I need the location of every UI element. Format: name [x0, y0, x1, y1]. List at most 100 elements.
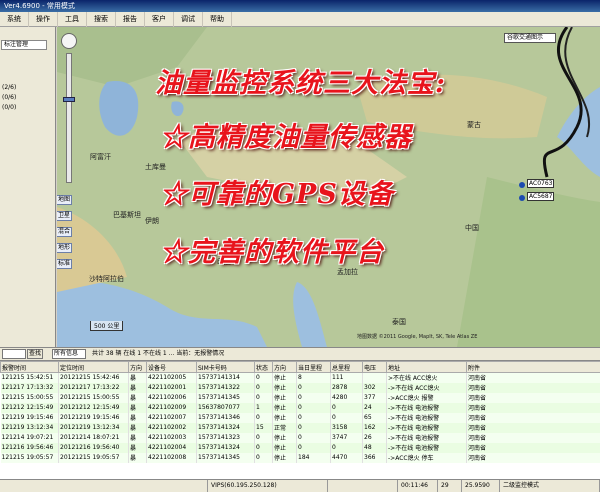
info-filter-dropdown[interactable]: 所有信息 — [52, 349, 86, 359]
panel-line: (2/6) — [2, 84, 17, 91]
table-cell: 0 — [296, 422, 331, 433]
map-label: 伊朗 — [145, 217, 159, 225]
map-type-map-button[interactable]: 地图 — [57, 195, 72, 205]
column-header[interactable]: 定位时间 — [58, 361, 129, 373]
table-cell: 1 — [254, 402, 273, 413]
column-header[interactable]: 状态 — [254, 361, 273, 373]
map-label: 泰国 — [392, 318, 406, 326]
table-row[interactable]: 121215 15:42:51 20121215 15:42:46 暴 4221102… — [0, 372, 600, 383]
table-cell: 15737141345 — [196, 392, 255, 403]
window-title: Ver4.6900 - 常用模式 — [4, 2, 75, 10]
table-cell: 停止 — [272, 412, 297, 423]
table-cell: 0 — [296, 402, 331, 413]
panel-line: (0/0) — [2, 104, 17, 111]
column-header[interactable]: 设备号 — [146, 361, 197, 373]
table-cell: 正常 — [272, 422, 297, 433]
table-cell: 65 — [362, 412, 387, 423]
table-cell: 0 — [254, 372, 273, 383]
table-cell: 377 — [362, 392, 387, 403]
menu-item-debug[interactable]: 调试 — [174, 11, 203, 27]
column-header[interactable]: 方向 — [272, 361, 297, 373]
table-row[interactable]: 121215 15:00:55 20121215 15:00:55 暴 4221102… — [0, 392, 600, 403]
map-view[interactable]: 阿富汗 土库曼 巴基斯坦 伊朗 印度 孟加拉 沙特阿拉伯 中国 蒙古 泰国 地图… — [57, 27, 600, 347]
status-count: 29 — [438, 480, 462, 492]
table-cell: 3158 — [330, 422, 363, 433]
table-cell: 暴 — [128, 432, 147, 443]
table-cell: 121214 19:07:21 — [0, 432, 59, 443]
table-cell: 0 — [330, 442, 363, 453]
table-cell: 121215 19:05:57 — [0, 452, 59, 463]
table-cell: 20121215 15:42:46 — [58, 372, 129, 383]
table-cell: 河南省 — [466, 402, 600, 413]
table-row[interactable]: 121216 19:56:46 20121216 19:56:40 暴 4221102… — [0, 442, 600, 453]
table-cell: 停止 — [272, 432, 297, 443]
table-cell: 121216 19:56:46 — [0, 442, 59, 453]
table-cell: 0 — [254, 442, 273, 453]
menu-item-tools[interactable]: 工具 — [58, 11, 87, 27]
table-cell: 河南省 — [466, 372, 600, 383]
menu-item-operation[interactable]: 操作 — [29, 11, 58, 27]
table-cell: 24 — [362, 402, 387, 413]
table-cell: 20121217 17:13:22 — [58, 382, 129, 393]
search-button[interactable]: 查找 — [27, 349, 43, 359]
table-cell: 121219 13:12:34 — [0, 422, 59, 433]
column-header[interactable]: SIM卡号码 — [196, 361, 255, 373]
menu-item-system[interactable]: 系统 — [0, 11, 29, 27]
tab-marker-management[interactable]: 标注管理 — [1, 40, 47, 50]
map-type-terrain-button[interactable]: 地形 — [57, 243, 72, 253]
pan-control[interactable] — [61, 33, 77, 49]
table-row[interactable]: 121219 13:12:34 20121219 13:12:34 暴 4221102… — [0, 422, 600, 433]
table-row[interactable]: 121215 19:05:57 20121215 19:05:57 暴 4221102… — [0, 452, 600, 463]
table-cell: 20121212 12:15:49 — [58, 402, 129, 413]
map-label: 土库曼 — [145, 163, 166, 171]
table-cell: 0 — [330, 402, 363, 413]
table-cell: ->ACC熄火 停车 — [386, 452, 467, 463]
table-cell: 15 — [254, 422, 273, 433]
table-header-row: 报警时间 定位时间 方向 设备号 SIM卡号码 状态 方向 当日里程 总里程 电压 地址 附件 — [0, 361, 600, 373]
table-cell: 4221102003 — [146, 432, 197, 443]
table-cell: 184 — [296, 452, 331, 463]
column-header[interactable]: 附件 — [466, 361, 600, 373]
zoom-slider[interactable] — [66, 53, 72, 183]
table-cell: ->不在线 电池报警 — [386, 422, 467, 433]
table-cell: 0 — [254, 452, 273, 463]
map-scale: 500 公里 — [90, 321, 124, 331]
table-cell: 121212 12:15:49 — [0, 402, 59, 413]
table-cell: 15737141324 — [196, 442, 255, 453]
map-type-hybrid-button[interactable]: 混合 — [57, 227, 72, 237]
table-cell: 河南省 — [466, 432, 600, 443]
map-label: 沙特阿拉伯 — [89, 275, 124, 283]
menu-item-client[interactable]: 客户 — [145, 11, 174, 27]
table-cell: ->不在线 电池报警 — [386, 402, 467, 413]
table-row[interactable]: 121214 19:07:21 20121214 18:07:21 暴 4221102… — [0, 432, 600, 443]
column-header[interactable]: 方向 — [128, 361, 147, 373]
map-label: 阿富汗 — [90, 153, 111, 161]
map-type-standard-button[interactable]: 标准 — [57, 259, 72, 269]
table-cell: 0 — [254, 412, 273, 423]
column-header[interactable]: 电压 — [362, 361, 387, 373]
table-row[interactable]: 121212 12:15:49 20121212 12:15:49 暴 4221102… — [0, 402, 600, 413]
table-cell: 4221102007 — [146, 412, 197, 423]
table-cell: ->ACC熄火 报警 — [386, 392, 467, 403]
table-row[interactable]: 121217 17:13:32 20121217 17:13:22 暴 4221102… — [0, 382, 600, 393]
filter-input[interactable] — [2, 349, 26, 359]
menu-item-report[interactable]: 报告 — [116, 11, 145, 27]
table-row[interactable]: 121219 19:15:46 20121219 19:15:46 暴 4221102… — [0, 412, 600, 423]
table-cell: 15737141314 — [196, 372, 255, 383]
table-cell: 0 — [296, 412, 331, 423]
column-header[interactable]: 当日里程 — [296, 361, 331, 373]
map-type-satellite-button[interactable]: 卫星 — [57, 211, 72, 221]
summary-status-text: 共计 38 辆 在线 1 不在线 1 ... 当前：无报警情况 — [92, 350, 225, 357]
column-header[interactable]: 总里程 — [330, 361, 363, 373]
monitor-mode: 二级监控模式 — [500, 480, 600, 492]
zoom-slider-handle[interactable] — [63, 97, 75, 102]
column-header[interactable]: 地址 — [386, 361, 467, 373]
table-body: 121215 15:42:51 20121215 15:42:46 暴 4221102… — [0, 372, 600, 463]
table-cell: 0 — [296, 442, 331, 453]
column-header[interactable]: 报警时间 — [0, 361, 59, 373]
table-cell: 162 — [362, 422, 387, 433]
table-cell: 河南省 — [466, 442, 600, 453]
menu-item-search[interactable]: 搜索 — [87, 11, 116, 27]
menu-item-help[interactable]: 帮助 — [203, 11, 232, 27]
table-cell — [362, 372, 387, 383]
